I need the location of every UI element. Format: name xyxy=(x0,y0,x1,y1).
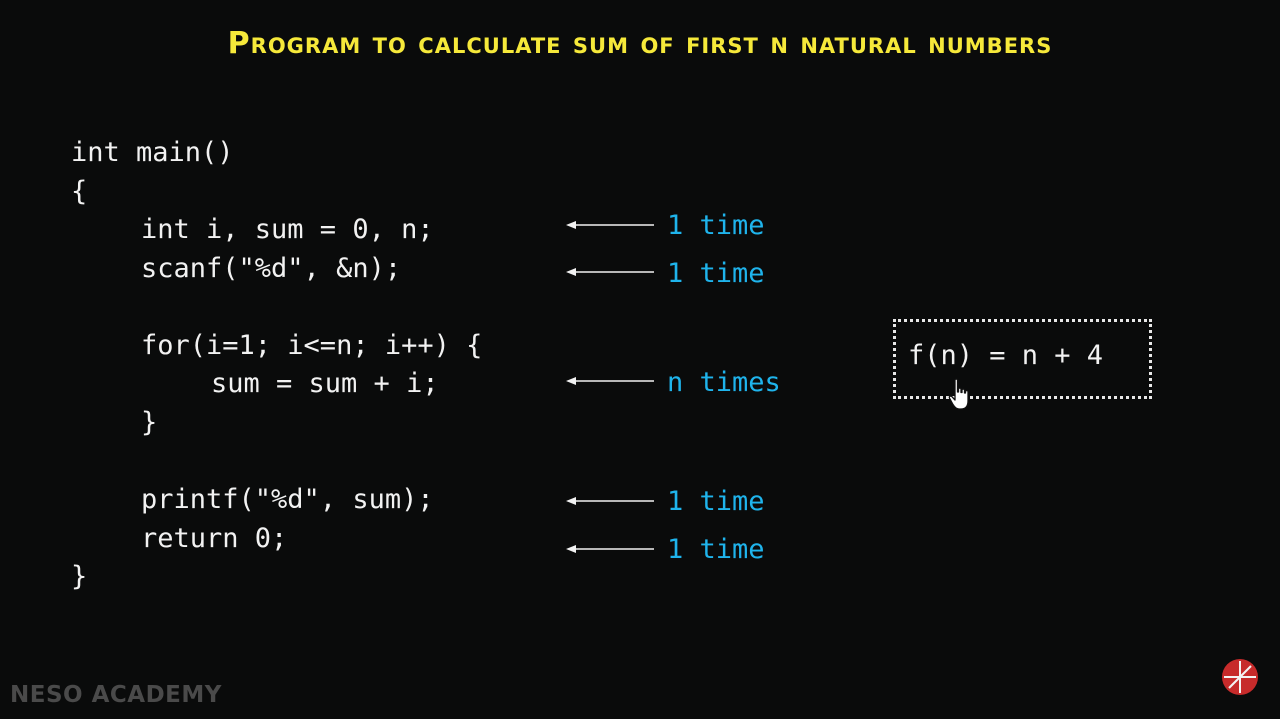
code-line-3: int i, sum = 0, n; xyxy=(141,214,434,245)
code-line-9: return 0; xyxy=(141,523,288,554)
hand-cursor-icon xyxy=(948,378,972,412)
arrow-left-icon xyxy=(566,544,654,554)
slide-title: Program to calculate sum of first n natu… xyxy=(227,26,1053,61)
slide: Program to calculate sum of first n natu… xyxy=(0,0,1280,719)
formula-text: f(n) = n + 4 xyxy=(908,340,1104,371)
code-line-6: sum = sum + i; xyxy=(211,368,439,399)
code-line-1: int main() xyxy=(71,137,234,168)
arrow-left-icon xyxy=(566,376,654,386)
formula-box: f(n) = n + 4 xyxy=(893,319,1152,399)
annotation-count: 1 time xyxy=(667,534,765,565)
arrow-left-icon xyxy=(566,220,654,230)
code-line-7: } xyxy=(141,407,158,438)
code-line-10: } xyxy=(71,561,88,592)
annotation-count: n times xyxy=(667,367,781,398)
annotation-count: 1 time xyxy=(667,210,765,241)
code-line-8: printf("%d", sum); xyxy=(141,484,434,515)
code-line-5: for(i=1; i<=n; i++) { xyxy=(141,330,483,361)
neso-academy-logo-icon xyxy=(1220,657,1260,697)
code-line-2: { xyxy=(71,176,88,207)
code-line-4: scanf("%d", &n); xyxy=(141,253,402,284)
annotation-count: 1 time xyxy=(667,486,765,517)
arrow-left-icon xyxy=(566,496,654,506)
neso-academy-watermark: NESO ACADEMY xyxy=(10,682,222,708)
annotation-count: 1 time xyxy=(667,258,765,289)
arrow-left-icon xyxy=(566,267,654,277)
